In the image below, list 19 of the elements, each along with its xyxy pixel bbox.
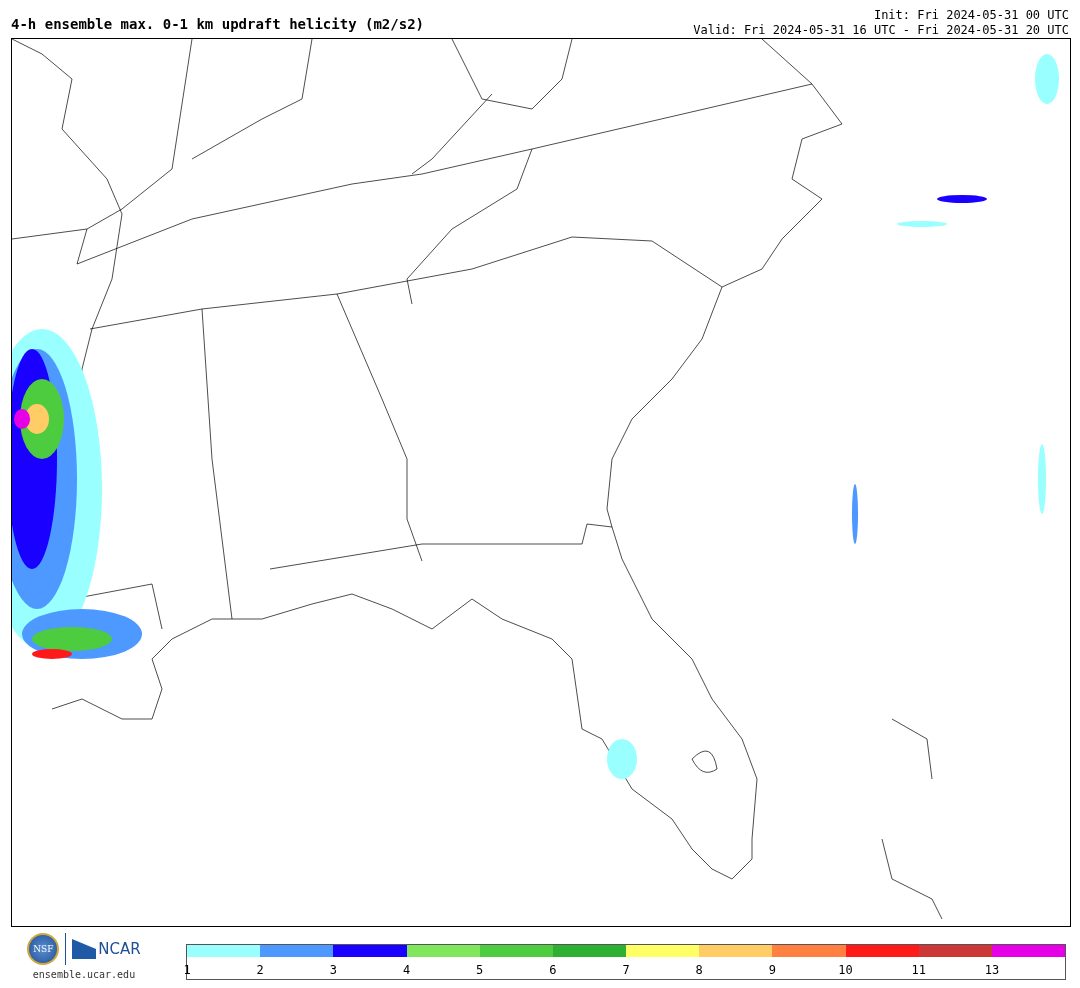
- colorbar-tick-label: 4: [402, 963, 411, 977]
- colorbar-tick-label: 8: [695, 963, 703, 977]
- colorbar-tick-label: 3: [329, 963, 337, 977]
- ncar-logo: NCAR: [98, 940, 141, 958]
- map-title: 4-h ensemble max. 0-1 km updraft helicity (m2/s2): [11, 16, 424, 32]
- site-url: ensemble.ucar.edu: [32, 969, 136, 980]
- ncar-flag-icon: [72, 939, 97, 959]
- colorbar-tick-label: 10: [838, 963, 853, 977]
- nsf-logo: NSF: [27, 933, 60, 965]
- colorbar-tick-label: 1: [183, 963, 191, 977]
- colorbar-tick-label: 11: [911, 963, 926, 977]
- colorbar-tick-label: 6: [549, 963, 557, 977]
- init-time: Init: Fri 2024-05-31 00 UTC: [873, 8, 1069, 23]
- colorbar-tick-label: 5: [476, 963, 484, 977]
- valid-time: Valid: Fri 2024-05-31 16 UTC - Fri 2024-05-31 20 UTC: [693, 23, 1069, 38]
- colorbar-tick-label: 13: [984, 963, 1000, 977]
- colorbar-tick-label: 9: [768, 963, 776, 977]
- colorbar-tick-label: 2: [256, 963, 264, 977]
- colorbar-tick-label: 7: [622, 963, 630, 977]
